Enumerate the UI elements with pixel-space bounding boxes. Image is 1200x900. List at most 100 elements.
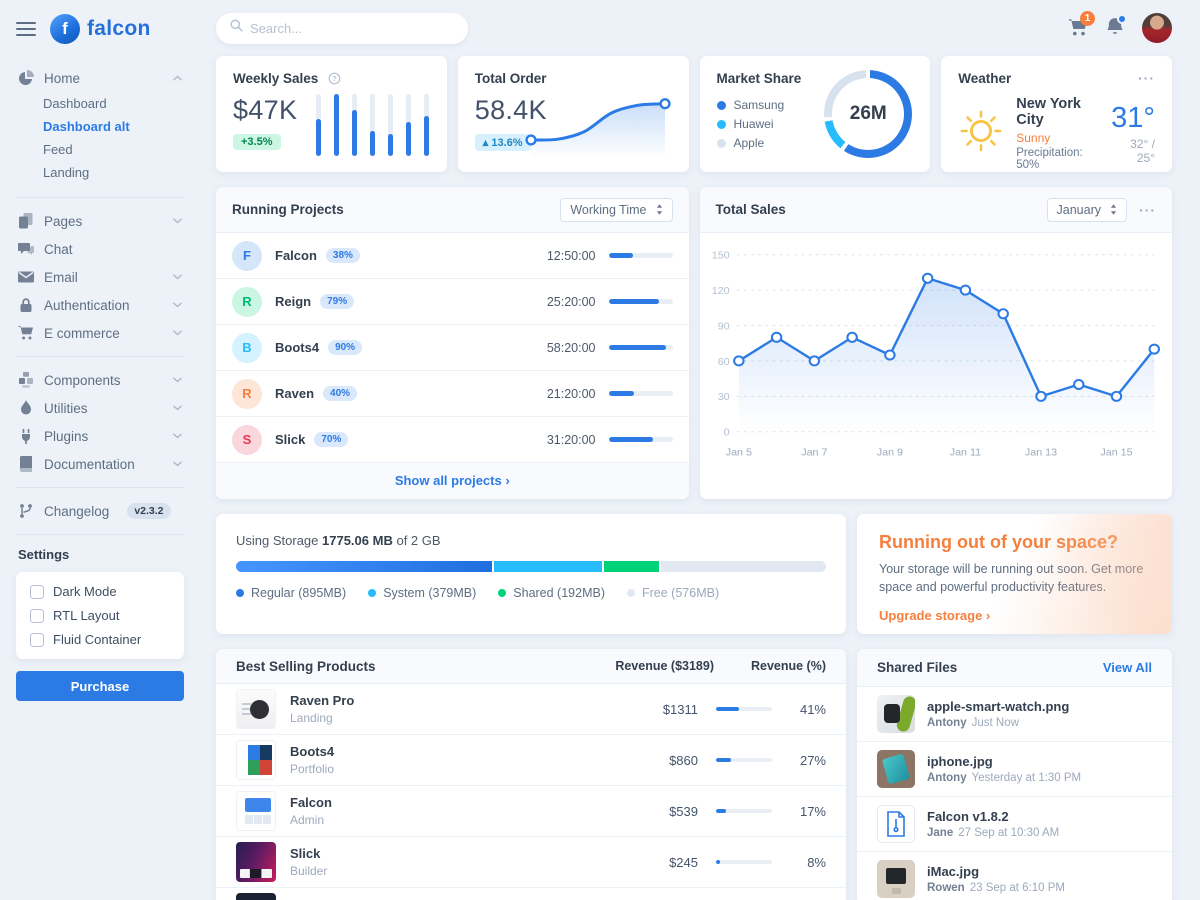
- cart-button[interactable]: 1: [1068, 17, 1088, 40]
- total-sales-menu-button[interactable]: ···: [1139, 202, 1156, 218]
- sidebar-item-authentication[interactable]: Authentication: [16, 291, 184, 319]
- notifications-button[interactable]: [1105, 17, 1125, 40]
- sidebar-item-landing[interactable]: Landing: [43, 161, 184, 184]
- sidebar-item-dashboard-alt[interactable]: Dashboard alt: [43, 115, 184, 138]
- project-list: FFalcon38%12:50:00RReign79%25:20:00BBoot…: [216, 233, 689, 463]
- chevron-down-icon: [173, 377, 182, 383]
- file-thumbnail: [877, 695, 915, 733]
- sidebar-item-documentation[interactable]: Documentation: [16, 450, 184, 478]
- file-name-link[interactable]: apple-smart-watch.png: [927, 699, 1069, 714]
- svg-text:120: 120: [711, 285, 729, 297]
- checkbox-dark-mode[interactable]: [30, 585, 44, 599]
- brand-name: falcon: [87, 17, 151, 41]
- svg-text:30: 30: [717, 391, 729, 403]
- sidebar-item-chat[interactable]: Chat: [16, 235, 184, 263]
- weather-card: Weather ··· New York City Sunny Precipit…: [941, 56, 1172, 172]
- product-name[interactable]: Raven Pro: [290, 693, 354, 708]
- brand-logo[interactable]: f falcon: [50, 14, 151, 44]
- file-row-iphone-jpg: iphone.jpgAntonyYesterday at 1:30 PM: [857, 741, 1172, 796]
- product-row-slick: SlickBuilder$2458%: [216, 837, 846, 888]
- product-name[interactable]: Boots4: [290, 744, 334, 759]
- sidebar-nav: HomeDashboardDashboard altFeedLanding Pag…: [16, 64, 184, 525]
- project-name[interactable]: Slick: [275, 432, 305, 447]
- shared-files-title: Shared Files: [877, 660, 957, 675]
- sidebar-item-dashboard[interactable]: Dashboard: [43, 92, 184, 115]
- menu-toggle-icon[interactable]: [16, 22, 36, 36]
- setting-option-rtl-layout: RTL Layout: [30, 608, 170, 623]
- file-name-link[interactable]: iphone.jpg: [927, 754, 1081, 769]
- upgrade-space-title: Running out of your space?: [879, 532, 1150, 553]
- product-row-right: $53917%: [624, 804, 826, 819]
- product-row-right: $131141%: [624, 702, 826, 717]
- sidebar-item-e-commerce[interactable]: E commerce: [16, 319, 184, 347]
- sidebar-item-email[interactable]: Email: [16, 263, 184, 291]
- legend-dot: [717, 139, 726, 148]
- search-input[interactable]: [250, 21, 454, 36]
- project-name[interactable]: Reign: [275, 294, 311, 309]
- best-selling-card: Best Selling Products Revenue ($3189) Re…: [216, 649, 846, 900]
- file-name-link[interactable]: iMac.jpg: [927, 864, 1065, 879]
- user-avatar[interactable]: [1142, 13, 1172, 43]
- product-category[interactable]: Admin: [290, 813, 332, 827]
- project-row-right: 12:50:00: [547, 249, 673, 263]
- file-name-link[interactable]: Falcon v1.8.2: [927, 809, 1059, 824]
- file-time: Just Now: [972, 717, 1019, 729]
- product-info: Boots4 Portfolio: [290, 744, 334, 776]
- total-sales-card: Total Sales January ··· 0306090120150Jan…: [700, 187, 1173, 499]
- weekly-sales-bar: [352, 94, 357, 156]
- month-select[interactable]: January: [1047, 198, 1127, 222]
- topbar: 1: [216, 0, 1172, 56]
- svg-text:Jan 11: Jan 11: [949, 447, 981, 459]
- project-time: 25:20:00: [547, 295, 596, 309]
- project-avatar: S: [232, 425, 262, 455]
- setting-option-dark-mode: Dark Mode: [30, 584, 170, 599]
- product-info: Falcon Admin: [290, 795, 332, 827]
- purchase-button[interactable]: Purchase: [16, 671, 184, 701]
- chevron-down-icon: [173, 274, 182, 280]
- view-all-link[interactable]: View All: [1103, 660, 1152, 675]
- product-category[interactable]: Landing: [290, 711, 354, 725]
- product-name[interactable]: Slick: [290, 846, 327, 861]
- working-time-select[interactable]: Working Time: [560, 198, 672, 222]
- product-row-boots4: Boots4Portfolio$86027%: [216, 735, 846, 786]
- show-all-projects-link[interactable]: Show all projects ›: [395, 473, 510, 488]
- svg-text:Jan 13: Jan 13: [1024, 447, 1056, 459]
- product-category[interactable]: Portfolio: [290, 762, 334, 776]
- project-avatar: F: [232, 241, 262, 271]
- product-name[interactable]: Falcon: [290, 795, 332, 810]
- sidebar-item-pages[interactable]: Pages: [16, 207, 184, 235]
- project-progress-bar: [609, 253, 673, 258]
- checkbox-fluid-container[interactable]: [30, 633, 44, 647]
- branch-icon: [18, 503, 34, 519]
- sidebar-item-feed[interactable]: Feed: [43, 138, 184, 161]
- checkbox-rtl-layout[interactable]: [30, 609, 44, 623]
- storage-legend-system-379mb: System (379MB): [368, 586, 476, 600]
- project-name[interactable]: Boots4: [275, 340, 319, 355]
- storage-segment-system-379mb: [494, 561, 602, 572]
- project-row-boots4: BBoots490%58:20:00: [216, 325, 689, 371]
- sidebar-item-plugins[interactable]: Plugins: [16, 422, 184, 450]
- sidebar-item-changelog[interactable]: Changelogv2.3.2: [16, 497, 184, 525]
- product-thumbnail: [236, 689, 276, 729]
- sidebar-item-home[interactable]: Home: [16, 64, 184, 92]
- file-thumbnail: [877, 805, 915, 843]
- product-progress-bar: [716, 860, 772, 864]
- copy-icon: [18, 213, 34, 229]
- svg-text:0: 0: [723, 427, 729, 439]
- chevron-up-icon: [173, 75, 182, 81]
- project-name[interactable]: Falcon: [275, 248, 317, 263]
- project-name[interactable]: Raven: [275, 386, 314, 401]
- upgrade-storage-link[interactable]: Upgrade storage ›: [879, 608, 990, 623]
- weather-menu-button[interactable]: ···: [1138, 70, 1155, 86]
- kpi-row: Weekly Sales ? $47K +3.5% Total Order 58…: [216, 56, 1172, 172]
- help-icon[interactable]: ?: [328, 72, 341, 85]
- product-category[interactable]: Builder: [290, 864, 327, 878]
- product-info: Slick Builder: [290, 846, 327, 878]
- sidebar-item-utilities[interactable]: Utilities: [16, 394, 184, 422]
- project-avatar: R: [232, 379, 262, 409]
- sidebar-item-components[interactable]: Components: [16, 366, 184, 394]
- sidebar-item-label: Documentation: [44, 457, 135, 472]
- storage-legend: Regular (895MB)System (379MB)Shared (192…: [236, 586, 826, 600]
- storage-card: Using Storage 1775.06 MB of 2 GB Regular…: [216, 514, 846, 634]
- legend-label: Huawei: [734, 117, 774, 131]
